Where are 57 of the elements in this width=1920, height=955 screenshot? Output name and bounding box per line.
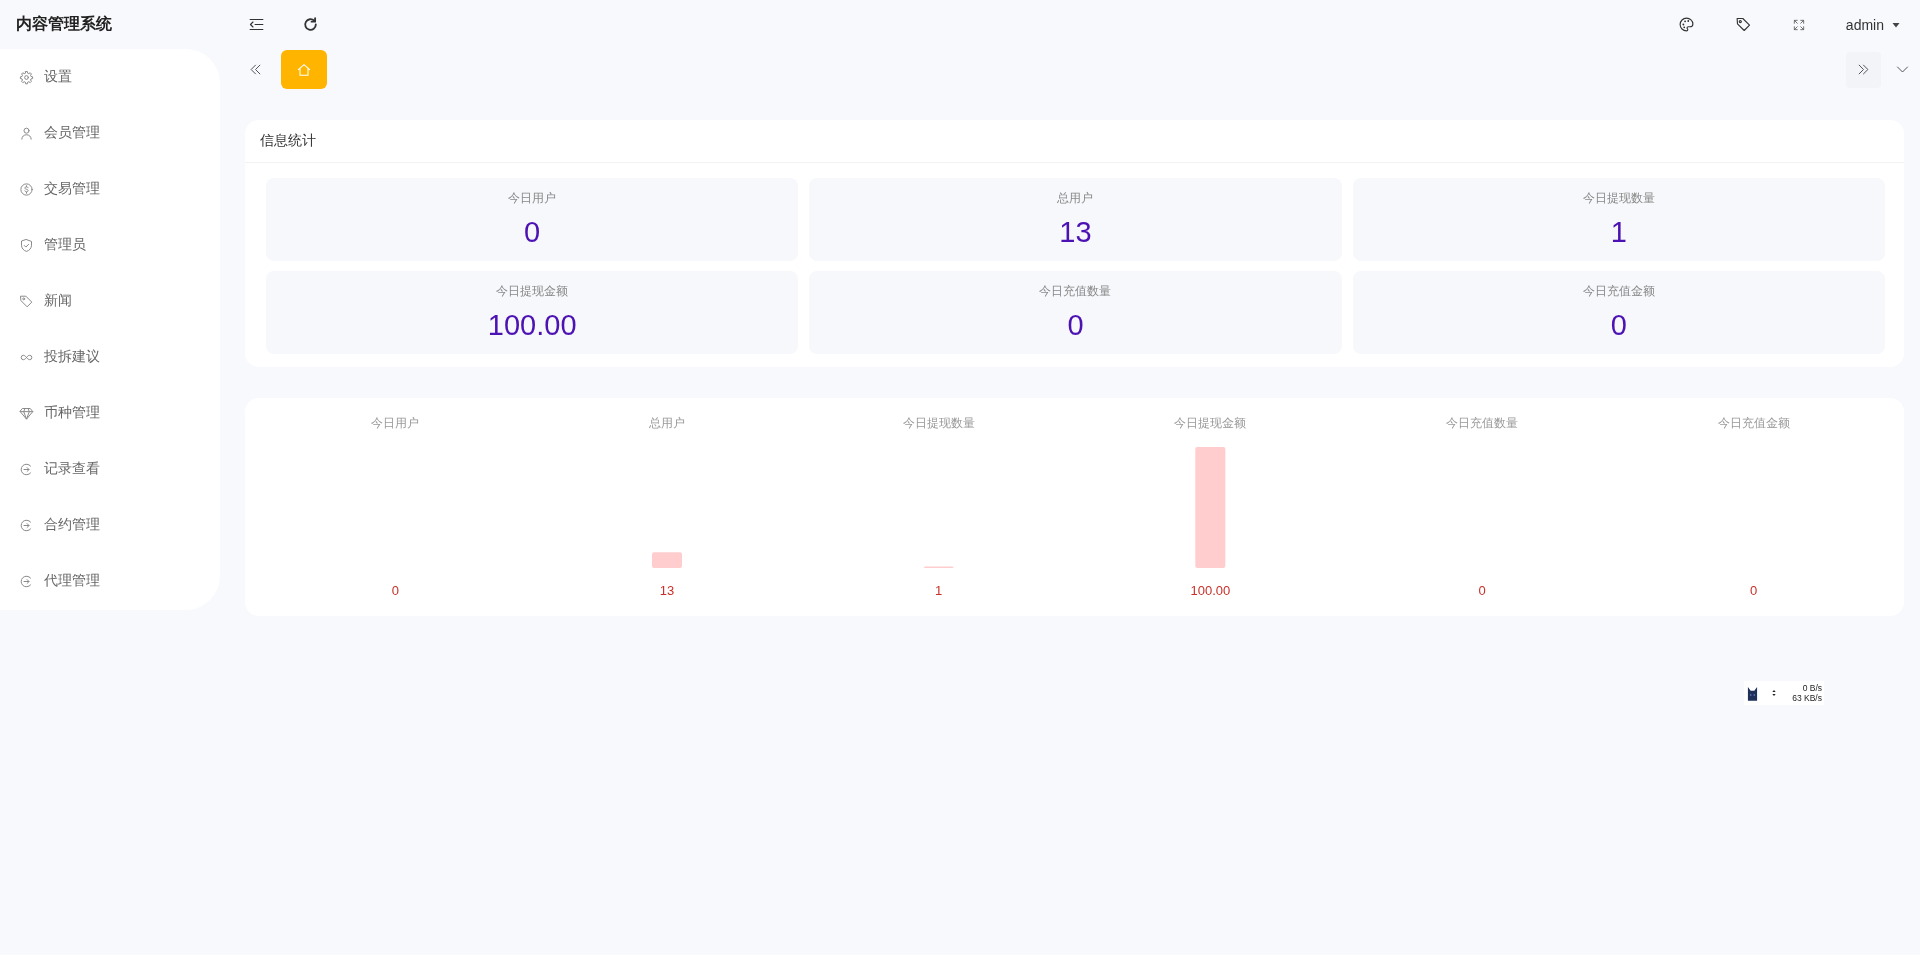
sidebar-item[interactable]: 合约管理 — [0, 497, 220, 553]
value-label: 0 — [391, 583, 399, 598]
sidebar-item[interactable]: 投拆建议 — [0, 329, 220, 385]
diamond-icon — [19, 405, 34, 421]
category-label: 今日用户 — [371, 416, 420, 430]
stat-value: 0 — [1067, 308, 1084, 342]
category-label: 今日提现金额 — [1174, 416, 1247, 430]
stat-label: 今日提现数量 — [1582, 190, 1655, 206]
sidebar-item[interactable]: 管理员 — [0, 217, 220, 273]
stat-label: 今日提现金额 — [496, 283, 569, 299]
stat-value: 0 — [524, 215, 541, 249]
stat-value: 0 — [1610, 308, 1627, 342]
category-label: 今日提现数量 — [902, 416, 975, 430]
sidebar-item[interactable]: 记录查看 — [0, 441, 220, 497]
sidebar-item[interactable]: 币种管理 — [0, 385, 220, 441]
tag-icon[interactable] — [1734, 16, 1752, 33]
fullscreen-icon[interactable] — [1791, 17, 1806, 32]
circle-arrow-icon — [19, 573, 34, 589]
refresh-icon[interactable] — [302, 16, 319, 33]
sidebar-item[interactable]: 新闻 — [0, 273, 220, 329]
stat-value: 100.00 — [487, 308, 577, 342]
stat-value: 1 — [1610, 215, 1627, 249]
card-title: 信息统计 — [260, 132, 316, 150]
bar — [652, 552, 682, 568]
stat-label: 今日用户 — [508, 190, 557, 206]
double-chevron-left-icon[interactable] — [248, 62, 263, 77]
value-label: 0 — [1750, 583, 1758, 598]
value-label: 13 — [659, 583, 675, 598]
gear-icon — [19, 69, 34, 85]
app-title: 内容管理系统 — [16, 15, 112, 32]
sidebar-item[interactable]: 代理管理 — [0, 553, 220, 609]
circle-arrow-icon — [19, 461, 34, 477]
speed-reading: 63 KB/s — [1792, 693, 1822, 703]
category-label: 总用户 — [649, 416, 685, 430]
sidebar-item[interactable]: 设置 — [0, 49, 220, 105]
sidebar-item[interactable]: 交易管理 — [0, 161, 220, 217]
menu-fold-icon[interactable] — [248, 16, 265, 33]
value-label: 0 — [1478, 583, 1486, 598]
value-label: 100.00 — [1190, 583, 1231, 598]
category-label: 今日充值金额 — [1717, 416, 1790, 430]
stat-label: 总用户 — [1057, 190, 1094, 206]
circle-arrow-icon — [19, 517, 34, 533]
user-icon — [19, 125, 34, 141]
stat-label: 今日充值金额 — [1582, 283, 1655, 299]
palette-icon[interactable] — [1677, 16, 1695, 33]
double-chevron-right-icon — [1856, 62, 1871, 77]
sidebar-item[interactable]: 会员管理 — [0, 105, 220, 161]
speed-reading: 0 B/s — [1802, 683, 1822, 693]
home-icon — [296, 61, 312, 78]
category-label: 今日充值数量 — [1446, 416, 1518, 430]
shield-check-icon — [19, 237, 34, 253]
up-down-arrows-icon — [1770, 688, 1778, 698]
tag-icon — [19, 293, 34, 309]
user-menu[interactable]: admin — [1845, 16, 1902, 33]
stat-label: 今日充值数量 — [1039, 283, 1112, 299]
value-label: 1 — [935, 583, 943, 598]
stat-value: 13 — [1059, 215, 1092, 249]
